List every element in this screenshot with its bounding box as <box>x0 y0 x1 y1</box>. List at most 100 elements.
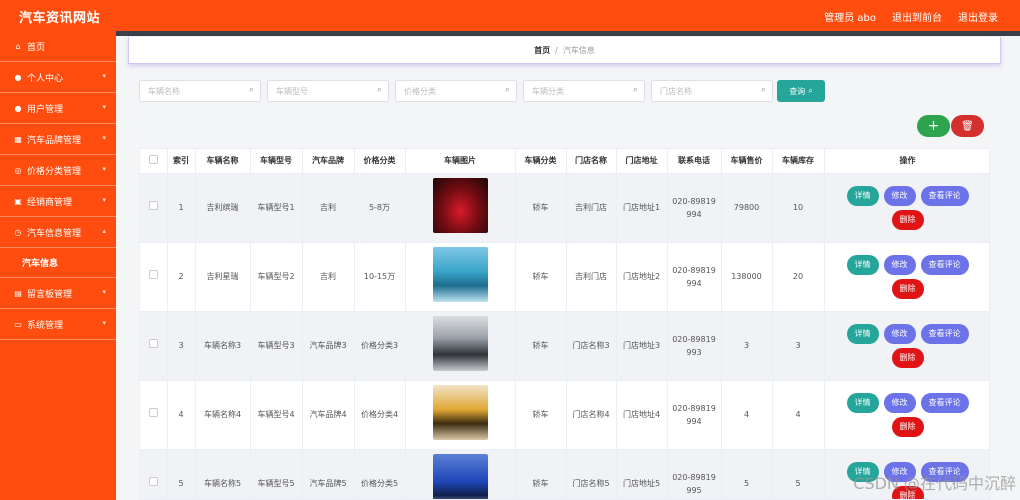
cell-sale-price: 79800 <box>721 173 773 243</box>
home-icon: ⌂ <box>15 41 21 51</box>
select-all-checkbox[interactable] <box>148 155 158 165</box>
car-model-input[interactable] <box>268 81 368 101</box>
detail-button[interactable]: 详情 <box>846 185 879 206</box>
cell-price-category: 价格分类4 <box>354 380 406 450</box>
chevron-down-icon: ▾ <box>102 103 106 111</box>
table-header: 车辆名称 <box>195 149 251 174</box>
table-row: 1 吉利缤瑞 车辆型号1 吉利 5-8万 轿车 吉利门店 门店地址1 020-8… <box>140 173 990 243</box>
cell-index: 2 <box>167 242 196 312</box>
sidebar-item-label: 系统管理 <box>27 320 64 331</box>
sidebar-item-label: 留言板管理 <box>27 289 73 300</box>
price-category-input[interactable] <box>396 81 496 101</box>
sidebar-subitem-car-info[interactable]: 汽车信息 <box>0 248 116 278</box>
search-icon: ⌕ <box>808 86 813 95</box>
table-row: 3 车辆名称3 车辆型号3 汽车品牌3 价格分类3 轿车 门店名称3 门店地址3… <box>140 311 989 381</box>
cell-store-name: 吉利门店 <box>566 242 617 312</box>
cell-sale-price: 5 <box>721 449 773 499</box>
detail-button[interactable]: 详情 <box>846 254 879 275</box>
top-bar: 汽车资讯网站 管理员 abo 退出到前台 退出登录 <box>0 0 1020 31</box>
cell-phone: 020-89819 994 <box>667 380 722 450</box>
table-row: 2 吉利星瑞 车辆型号2 吉利 10-15万 轿车 吉利门店 门店地址2 020… <box>140 242 989 312</box>
detail-button[interactable]: 详情 <box>846 323 879 344</box>
search-icon: ⌕ <box>248 85 254 95</box>
sidebar-item-label: 首页 <box>27 42 46 53</box>
cell-index: 1 <box>167 173 196 243</box>
cell-car-name: 吉利星瑞 <box>195 242 251 312</box>
query-button[interactable]: 查询 ⌕ <box>777 80 825 102</box>
logout-link[interactable]: 退出登录 <box>958 9 998 24</box>
store-name-input[interactable] <box>652 81 752 101</box>
edit-button[interactable]: 修改 <box>883 392 916 413</box>
row-checkbox[interactable] <box>148 270 158 279</box>
phone-line-2: 994 <box>686 209 702 219</box>
table-row: 4 车辆名称4 车辆型号4 汽车品牌4 价格分类4 轿车 门店名称4 门店地址4… <box>140 380 990 450</box>
edit-button[interactable]: 修改 <box>883 185 916 206</box>
chevron-down-icon: ▾ <box>102 288 106 296</box>
car-image[interactable] <box>432 454 488 499</box>
message-icon: ▤ <box>14 288 22 298</box>
sidebar-item-label: 价格分类管理 <box>27 166 82 177</box>
row-checkbox[interactable] <box>148 339 158 348</box>
sidebar-item-price-category-management[interactable]: ◎ 价格分类管理 ▾ <box>0 155 116 186</box>
edit-button[interactable]: 修改 <box>883 323 916 344</box>
batch-delete-button[interactable]: 🗑 <box>951 115 984 137</box>
cell-index: 3 <box>167 311 196 381</box>
row-actions: 详情 修改 查看评论 删除 <box>825 185 990 230</box>
cell-brand: 吉利 <box>302 242 355 312</box>
table-header: 车辆售价 <box>721 149 773 174</box>
table-header: 车辆型号 <box>250 149 303 174</box>
sidebar-item-home[interactable]: ⌂ 首页 <box>0 31 116 62</box>
add-button[interactable]: + <box>917 115 950 137</box>
row-checkbox[interactable] <box>148 408 158 417</box>
breadcrumb-home[interactable]: 首页 <box>534 45 550 56</box>
delete-button[interactable]: 删除 <box>891 416 924 437</box>
sidebar-item-label: 汽车信息管理 <box>27 228 82 239</box>
cell-brand: 汽车品牌5 <box>302 449 355 499</box>
chevron-down-icon: ▾ <box>102 319 106 327</box>
delete-button[interactable]: 删除 <box>891 209 924 230</box>
view-reviews-button[interactable]: 查看评论 <box>920 185 969 206</box>
cell-car-category: 轿车 <box>515 242 567 312</box>
cell-store-name: 门店名称4 <box>566 380 617 450</box>
cell-phone: 020-89819 994 <box>667 173 722 243</box>
sidebar-item-dealer-management[interactable]: ▣ 经销商管理 ▾ <box>0 186 116 217</box>
go-frontend-link[interactable]: 退出到前台 <box>892 9 942 24</box>
delete-button[interactable]: 删除 <box>891 347 924 368</box>
sidebar-item-car-info-management[interactable]: ◷ 汽车信息管理 ▴ <box>0 217 116 248</box>
cell-price-category: 价格分类5 <box>354 449 406 499</box>
table-header-select[interactable] <box>140 149 168 174</box>
row-checkbox[interactable] <box>148 201 158 210</box>
table-header: 价格分类 <box>354 149 406 174</box>
phone-line-1: 020-89819 <box>672 196 716 206</box>
car-image[interactable] <box>432 316 488 371</box>
sidebar-item-system-management[interactable]: ▭ 系统管理 ▾ <box>0 309 116 340</box>
sidebar-item-message-board-management[interactable]: ▤ 留言板管理 ▾ <box>0 278 116 309</box>
delete-button[interactable]: 删除 <box>891 278 924 299</box>
breadcrumb: 首页 / 汽车信息 <box>128 37 1001 64</box>
row-checkbox[interactable] <box>148 477 158 486</box>
table-header: 车辆分类 <box>515 149 567 174</box>
car-image[interactable] <box>432 178 488 233</box>
car-image[interactable] <box>432 247 488 302</box>
view-reviews-button[interactable]: 查看评论 <box>920 392 969 413</box>
cell-sale-price: 4 <box>721 380 773 450</box>
edit-button[interactable]: 修改 <box>883 254 916 275</box>
breadcrumb-current: 汽车信息 <box>562 45 595 55</box>
sidebar-item-label: 用户管理 <box>27 104 64 115</box>
sidebar-item-user-management[interactable]: ● 用户管理 ▾ <box>0 93 116 124</box>
car-name-input[interactable] <box>140 81 240 101</box>
sidebar-item-personal-center[interactable]: ● 个人中心 ▾ <box>0 62 116 93</box>
cell-stock: 10 <box>772 173 825 243</box>
building-icon: ▦ <box>14 134 22 144</box>
table-header: 联系电话 <box>667 149 722 174</box>
row-actions: 详情 修改 查看评论 删除 <box>825 392 990 437</box>
view-reviews-button[interactable]: 查看评论 <box>920 323 969 344</box>
cell-car-category: 轿车 <box>515 173 567 243</box>
detail-button[interactable]: 详情 <box>846 392 879 413</box>
phone-line-1: 020-89819 <box>672 403 716 413</box>
car-category-input[interactable] <box>524 81 624 101</box>
sidebar-item-brand-management[interactable]: ▦ 汽车品牌管理 ▾ <box>0 124 116 155</box>
view-reviews-button[interactable]: 查看评论 <box>920 254 969 275</box>
car-image[interactable] <box>432 385 488 440</box>
cell-store-name: 门店名称5 <box>566 449 617 499</box>
